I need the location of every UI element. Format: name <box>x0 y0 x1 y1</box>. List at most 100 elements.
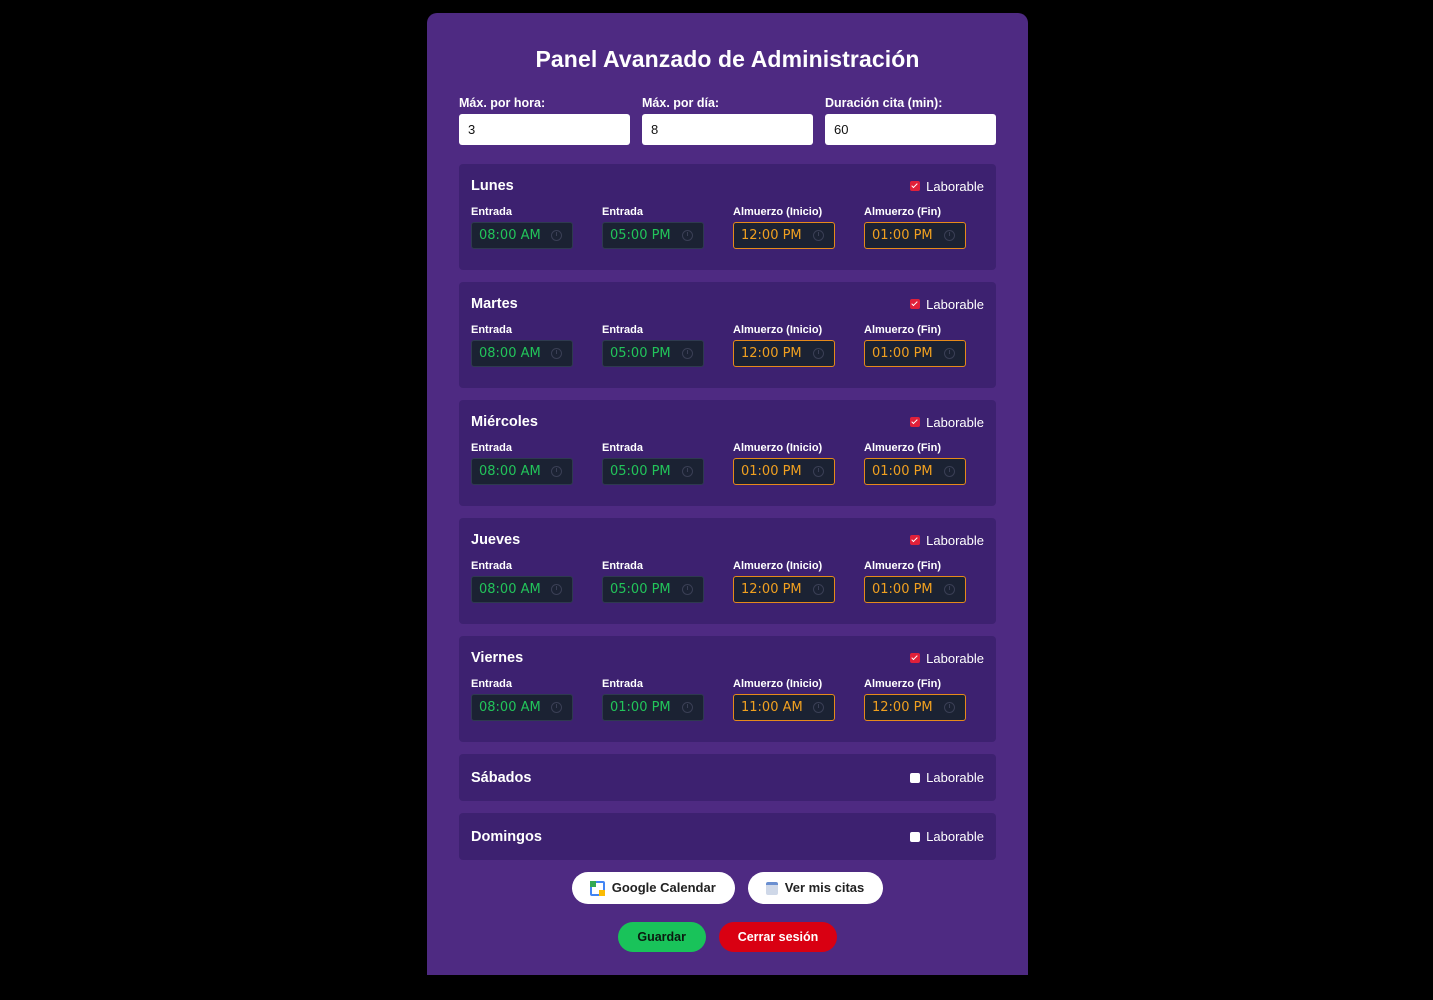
lunch-start-time-value: 01:00 PM <box>741 464 802 479</box>
laborable-toggle[interactable]: Laborable <box>910 179 984 194</box>
google-calendar-button[interactable]: Google Calendar <box>571 872 735 904</box>
clock-icon[interactable] <box>813 584 824 595</box>
lunch-start-time-group: Almuerzo (Inicio) 11:00 AM <box>733 677 835 721</box>
entry-time-end-input[interactable]: 05:00 PM <box>602 340 704 367</box>
lunch-start-time-group: Almuerzo (Inicio) 01:00 PM <box>733 441 835 485</box>
clock-icon[interactable] <box>682 348 693 359</box>
max-per-day-label: Máx. por día: <box>642 96 720 110</box>
clock-icon[interactable] <box>944 584 955 595</box>
entry-time-start-input[interactable]: 08:00 AM <box>471 576 573 603</box>
time-fields: Entrada 08:00 AM Entrada 01:00 PM Almuerzo (… <box>471 677 984 721</box>
clock-icon[interactable] <box>813 230 824 241</box>
clock-icon[interactable] <box>551 702 562 713</box>
clock-icon[interactable] <box>682 584 693 595</box>
clock-icon[interactable] <box>813 466 824 477</box>
entry-time-start-input[interactable]: 08:00 AM <box>471 458 573 485</box>
lunch-start-time-input[interactable]: 01:00 PM <box>733 458 835 485</box>
laborable-label: Laborable <box>926 178 984 194</box>
lunch-start-time-label: Almuerzo (Inicio) <box>733 324 823 336</box>
laborable-toggle[interactable]: Laborable <box>910 651 984 666</box>
laborable-toggle[interactable]: Laborable <box>910 297 984 312</box>
clock-icon[interactable] <box>551 230 562 241</box>
lunch-start-time-input[interactable]: 12:00 PM <box>733 222 835 249</box>
clock-icon[interactable] <box>682 702 693 713</box>
day-header: Martes Laborable <box>471 282 984 326</box>
view-appointments-button[interactable]: Ver mis citas <box>747 872 884 904</box>
lunch-end-time-group: Almuerzo (Fin) 01:00 PM <box>864 323 966 367</box>
clock-icon[interactable] <box>944 466 955 477</box>
entry-time-end-input[interactable]: 01:00 PM <box>602 694 704 721</box>
lunch-end-time-input[interactable]: 01:00 PM <box>864 222 966 249</box>
entry-time-start-value: 08:00 AM <box>479 228 541 243</box>
entry-time-start-input[interactable]: 08:00 AM <box>471 340 573 367</box>
day-card: Lunes Laborable Entrada 08:00 AM Entrada 05:0… <box>459 164 996 270</box>
lunch-end-time-value: 01:00 PM <box>872 346 933 361</box>
clock-icon[interactable] <box>551 348 562 359</box>
entry-time-start-label: Entrada <box>471 324 512 336</box>
entry-time-start-group: Entrada 08:00 AM <box>471 559 573 603</box>
clock-icon[interactable] <box>813 348 824 359</box>
entry-time-end-label: Entrada <box>602 442 643 454</box>
laborable-checkbox[interactable] <box>910 299 921 309</box>
entry-time-end-input[interactable]: 05:00 PM <box>602 458 704 485</box>
day-header: Miércoles Laborable <box>471 400 984 444</box>
laborable-checkbox[interactable] <box>910 181 921 191</box>
max-per-hour-input[interactable]: 3 <box>459 114 630 145</box>
lunch-end-time-input[interactable]: 01:00 PM <box>864 458 966 485</box>
entry-time-start-label: Entrada <box>471 442 512 454</box>
lunch-start-time-value: 12:00 PM <box>741 346 802 361</box>
lunch-end-time-input[interactable]: 01:00 PM <box>864 576 966 603</box>
clock-icon[interactable] <box>813 702 824 713</box>
entry-time-start-input[interactable]: 08:00 AM <box>471 694 573 721</box>
clock-icon[interactable] <box>944 230 955 241</box>
lunch-start-time-input[interactable]: 11:00 AM <box>733 694 835 721</box>
clock-icon[interactable] <box>682 466 693 477</box>
laborable-checkbox[interactable] <box>910 772 921 783</box>
entry-time-end-value: 05:00 PM <box>610 228 671 243</box>
entry-time-end-input[interactable]: 05:00 PM <box>602 576 704 603</box>
lunch-end-time-label: Almuerzo (Fin) <box>864 678 941 690</box>
lunch-end-time-group: Almuerzo (Fin) 01:00 PM <box>864 441 966 485</box>
laborable-toggle[interactable]: Laborable <box>910 770 984 785</box>
logout-button[interactable]: Cerrar sesión <box>718 922 838 952</box>
entry-time-start-input[interactable]: 08:00 AM <box>471 222 573 249</box>
appointment-duration-input[interactable]: 60 <box>825 114 996 145</box>
day-name: Viernes <box>471 650 524 666</box>
lunch-start-time-input[interactable]: 12:00 PM <box>733 340 835 367</box>
save-button[interactable]: Guardar <box>617 922 706 952</box>
entry-time-end-value: 05:00 PM <box>610 346 671 361</box>
lunch-end-time-input[interactable]: 01:00 PM <box>864 340 966 367</box>
lunch-start-time-input[interactable]: 12:00 PM <box>733 576 835 603</box>
lunch-start-time-label: Almuerzo (Inicio) <box>733 678 823 690</box>
day-header: Domingos Laborable <box>471 813 984 860</box>
laborable-toggle[interactable]: Laborable <box>910 829 984 844</box>
view-appointments-label: Ver mis citas <box>784 880 865 895</box>
lunch-end-time-label: Almuerzo (Fin) <box>864 206 941 218</box>
lunch-start-time-label: Almuerzo (Inicio) <box>733 442 823 454</box>
time-fields: Entrada 08:00 AM Entrada 05:00 PM Almuerzo (… <box>471 323 984 367</box>
laborable-label: Laborable <box>926 414 984 430</box>
laborable-toggle[interactable]: Laborable <box>910 533 984 548</box>
laborable-toggle[interactable]: Laborable <box>910 415 984 430</box>
laborable-label: Laborable <box>926 829 984 844</box>
entry-time-start-group: Entrada 08:00 AM <box>471 323 573 367</box>
laborable-checkbox[interactable] <box>910 653 921 663</box>
entry-time-end-input[interactable]: 05:00 PM <box>602 222 704 249</box>
lunch-end-time-input[interactable]: 12:00 PM <box>864 694 966 721</box>
entry-time-start-value: 08:00 AM <box>479 346 541 361</box>
clock-icon[interactable] <box>551 584 562 595</box>
clock-icon[interactable] <box>944 702 955 713</box>
day-header: Sábados Laborable <box>471 754 984 801</box>
laborable-checkbox[interactable] <box>910 417 921 427</box>
clock-icon[interactable] <box>682 230 693 241</box>
max-per-day-input[interactable]: 8 <box>642 114 813 145</box>
clock-icon[interactable] <box>944 348 955 359</box>
clock-icon[interactable] <box>551 466 562 477</box>
entry-time-start-value: 08:00 AM <box>479 582 541 597</box>
entry-time-end-label: Entrada <box>602 206 643 218</box>
laborable-checkbox[interactable] <box>910 831 921 842</box>
laborable-checkbox[interactable] <box>910 535 921 545</box>
entry-time-end-group: Entrada 05:00 PM <box>602 205 704 249</box>
day-name: Jueves <box>471 532 521 548</box>
entry-time-start-value: 08:00 AM <box>479 464 541 479</box>
